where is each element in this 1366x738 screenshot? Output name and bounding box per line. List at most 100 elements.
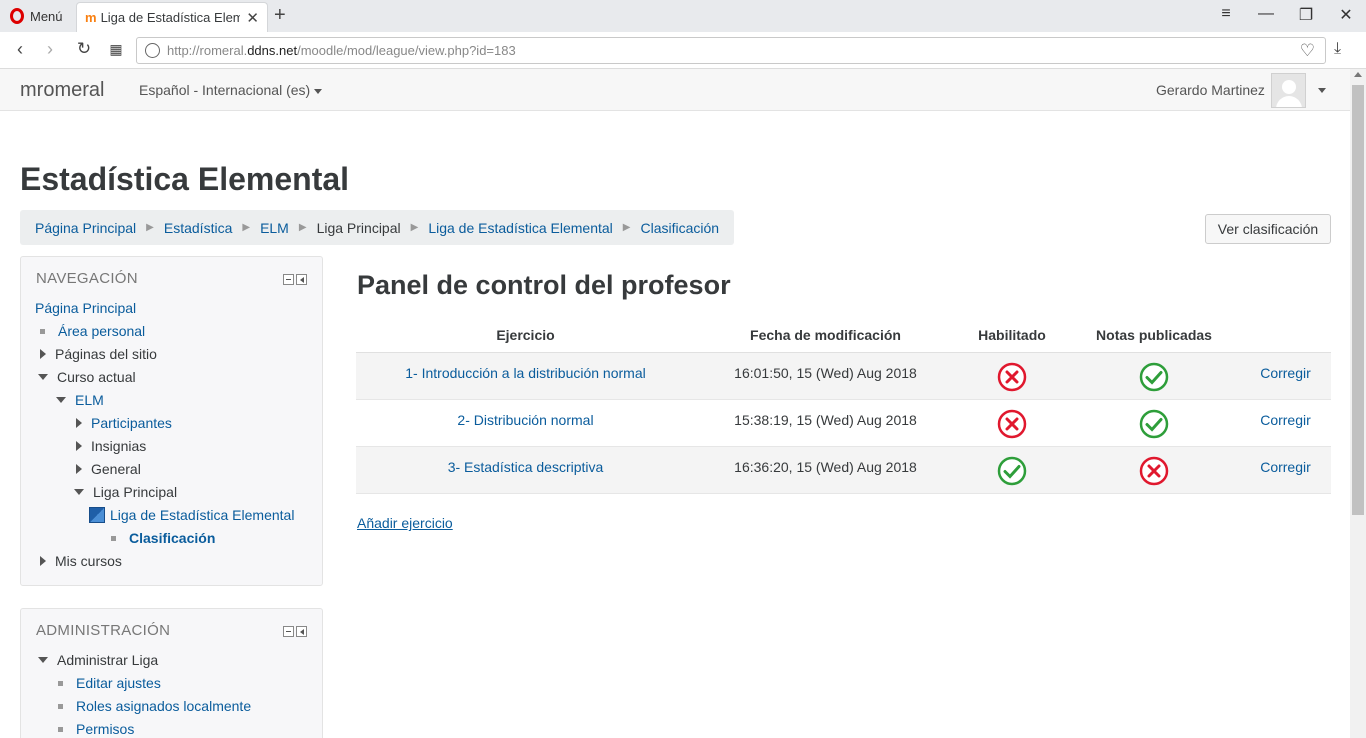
opera-logo-icon xyxy=(10,8,24,24)
breadcrumb-home[interactable]: Página Principal xyxy=(35,220,136,236)
browser-tab[interactable]: m Liga de Estadística Elemental ✕ xyxy=(76,2,268,32)
bullet-icon xyxy=(58,680,63,686)
minimize-block-icon[interactable] xyxy=(283,274,294,285)
exercise-cell: 3- Estadística descriptiva xyxy=(356,459,695,475)
admin-item-permissions[interactable]: Permisos xyxy=(58,721,134,737)
language-label: Español - Internacional (es) xyxy=(139,82,311,98)
block-controls xyxy=(283,626,307,637)
tab-close-icon[interactable]: ✕ xyxy=(246,9,259,27)
minimize-block-icon[interactable] xyxy=(283,626,294,637)
language-menu[interactable]: Español - Internacional (es) xyxy=(139,82,323,98)
add-exercise-link[interactable]: Añadir ejercicio xyxy=(357,515,453,531)
exercise-cell: 1- Introducción a la distribución normal xyxy=(356,365,695,381)
nav-item-classification[interactable]: Clasificación xyxy=(111,530,215,546)
back-icon[interactable]: ‹ xyxy=(8,39,32,60)
expand-arrow-icon xyxy=(76,441,82,451)
bookmark-heart-icon[interactable]: ♡ xyxy=(1300,41,1315,61)
nav-item-badges[interactable]: Insignias xyxy=(76,438,146,454)
nav-item-label[interactable]: Área personal xyxy=(58,323,145,339)
url-host: ddns.net xyxy=(247,43,298,58)
exercise-link[interactable]: 2- Distribución normal xyxy=(457,412,593,428)
tab-menu-icon[interactable]: ≡ xyxy=(1214,5,1238,23)
block-controls xyxy=(283,274,307,285)
panel-title: Panel de control del profesor xyxy=(357,270,731,300)
maximize-icon[interactable]: ❐ xyxy=(1294,5,1318,25)
ver-clasificacion-button[interactable]: Ver clasificación xyxy=(1205,214,1331,244)
site-brand[interactable]: mromeral xyxy=(20,79,104,102)
nav-item-home[interactable]: Página Principal xyxy=(35,300,136,316)
admin-item-manage[interactable]: Administrar Liga xyxy=(38,652,158,668)
url-input[interactable]: http://romeral. ddns.net/moodle/mod/leagu… xyxy=(136,37,1326,64)
nav-item-label[interactable]: Página Principal xyxy=(35,300,136,316)
admin-item-label[interactable]: Editar ajustes xyxy=(76,675,161,691)
exercise-link[interactable]: 1- Introducción a la distribución normal xyxy=(405,365,645,381)
nav-item-label: Páginas del sitio xyxy=(55,346,157,362)
bullet-icon xyxy=(40,328,45,334)
nav-item-current-course[interactable]: Curso actual xyxy=(38,369,136,385)
user-menu-chevron-icon[interactable] xyxy=(1318,88,1326,93)
admin-item-edit[interactable]: Editar ajustes xyxy=(58,675,161,691)
nav-item-label[interactable]: Clasificación xyxy=(129,530,215,546)
exercise-link[interactable]: 3- Estadística descriptiva xyxy=(448,459,604,475)
admin-item-roles[interactable]: Roles asignados localmente xyxy=(58,698,251,714)
collapse-arrow-icon xyxy=(38,657,48,663)
nav-item-area[interactable]: Área personal xyxy=(40,323,145,339)
nav-item-label[interactable]: ELM xyxy=(75,392,104,408)
speed-dial-icon[interactable]: ▦ xyxy=(104,41,128,58)
download-icon[interactable]: ⤓ xyxy=(1334,40,1341,58)
user-name[interactable]: Gerardo Martinez xyxy=(1156,82,1265,98)
administration-block: ADMINISTRACIÓN Administrar Liga Editar a… xyxy=(20,608,323,738)
breadcrumb-classification[interactable]: Clasificación xyxy=(640,220,719,236)
unpublished-cross-icon[interactable] xyxy=(1139,456,1169,486)
page-viewport: mromeral Español - Internacional (es) Ge… xyxy=(0,69,1350,738)
breadcrumb-separator-icon: ▶ xyxy=(146,222,154,233)
table-row: 1- Introducción a la distribución normal… xyxy=(356,353,1331,400)
dock-block-icon[interactable] xyxy=(296,274,307,285)
nav-item-label: General xyxy=(91,461,141,477)
collapse-arrow-icon xyxy=(74,489,84,495)
dock-block-icon[interactable] xyxy=(296,626,307,637)
nav-item-general[interactable]: General xyxy=(76,461,141,477)
exercise-cell: 2- Distribución normal xyxy=(356,412,695,428)
breadcrumb-estadistica[interactable]: Estadística xyxy=(164,220,232,236)
opera-menu-button[interactable]: Menú xyxy=(0,0,72,32)
header-modified: Fecha de modificación xyxy=(750,327,901,343)
address-bar-row: ‹ › ↻ ▦ http://romeral. ddns.net/moodle/m… xyxy=(0,32,1366,69)
forward-icon[interactable]: › xyxy=(38,39,62,60)
action-cell: Corregir xyxy=(1240,459,1331,475)
scrollbar-thumb[interactable] xyxy=(1352,85,1364,515)
page-scrollbar[interactable] xyxy=(1350,69,1366,738)
new-tab-icon[interactable]: + xyxy=(274,4,286,27)
tab-title: Liga de Estadística Elemental xyxy=(100,10,241,25)
avatar[interactable] xyxy=(1271,73,1306,108)
nav-item-label[interactable]: Participantes xyxy=(91,415,172,431)
enabled-check-icon[interactable] xyxy=(997,456,1027,486)
url-path: /moodle/mod/league/view.php?id=183 xyxy=(297,43,516,58)
close-window-icon[interactable]: ✕ xyxy=(1334,5,1358,25)
nav-item-league[interactable]: Liga de Estadística Elemental xyxy=(89,507,294,523)
disabled-cross-icon[interactable] xyxy=(997,362,1027,392)
nav-item-elm[interactable]: ELM xyxy=(56,392,104,408)
admin-item-label[interactable]: Roles asignados localmente xyxy=(76,698,251,714)
nav-item-label: Liga Principal xyxy=(93,484,178,500)
minimize-icon[interactable]: — xyxy=(1254,5,1278,23)
admin-item-label[interactable]: Permisos xyxy=(76,721,134,737)
scroll-up-icon[interactable] xyxy=(1354,72,1362,77)
nav-item-main-league[interactable]: Liga Principal xyxy=(74,484,177,500)
disabled-cross-icon[interactable] xyxy=(997,409,1027,439)
nav-item-my-courses[interactable]: Mis cursos xyxy=(40,553,122,569)
browser-tab-bar: Menú m Liga de Estadística Elemental ✕ +… xyxy=(0,0,1366,32)
corregir-link[interactable]: Corregir xyxy=(1260,459,1311,475)
corregir-link[interactable]: Corregir xyxy=(1260,412,1311,428)
published-check-icon[interactable] xyxy=(1139,362,1169,392)
published-check-icon[interactable] xyxy=(1139,409,1169,439)
reload-icon[interactable]: ↻ xyxy=(72,39,96,59)
nav-item-site-pages[interactable]: Páginas del sitio xyxy=(40,346,157,362)
site-navbar: mromeral Español - Internacional (es) Ge… xyxy=(0,69,1350,111)
breadcrumb-elm[interactable]: ELM xyxy=(260,220,289,236)
nav-item-label[interactable]: Liga de Estadística Elemental xyxy=(110,507,294,523)
breadcrumb-league[interactable]: Liga de Estadística Elemental xyxy=(428,220,612,236)
administration-block-title: ADMINISTRACIÓN xyxy=(36,622,171,639)
corregir-link[interactable]: Corregir xyxy=(1260,365,1311,381)
nav-item-participants[interactable]: Participantes xyxy=(76,415,172,431)
